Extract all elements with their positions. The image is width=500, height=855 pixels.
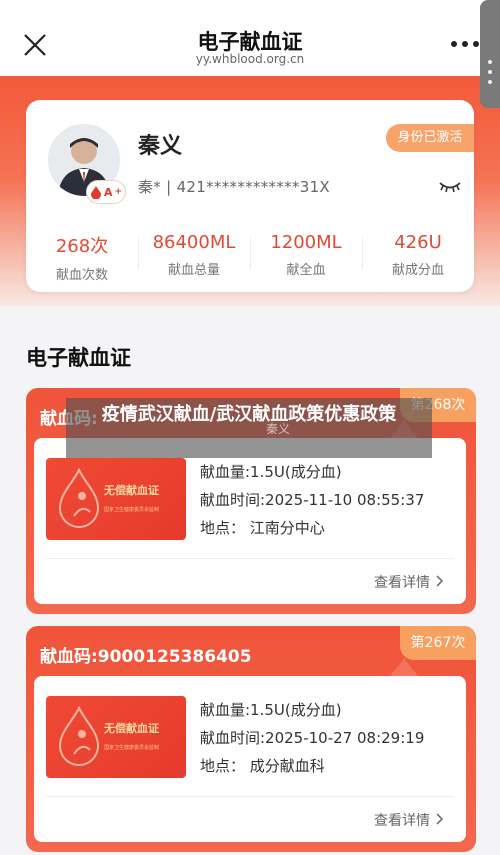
stat-label: 献全血 [286,263,326,278]
stat-whole-blood: 1200ML 献全血 [250,226,362,286]
more-options-icon[interactable] [448,34,482,54]
donation-code: 献血码:9000125386405 [40,647,252,667]
divider [46,558,454,559]
donation-amount: 献血量:1.5U(成分血) [200,701,342,719]
identity-status-badge: 身份已激活 [386,124,474,152]
stat-label: 献成分血 [391,263,444,278]
donor-id: 秦* | 421************31X [138,178,330,196]
donation-amount: 献血量:1.5U(成分血) [200,463,342,481]
floating-side-handle[interactable] [480,0,500,108]
certificate-subtitle: 国家卫生健康委员会监制 [104,507,160,513]
donation-count-badge: 第267次 [400,626,476,660]
record-info: 献血量:1.5U(成分血) 献血时间:2025-10-27 08:29:19 地… [200,696,424,780]
article-title-overlay: 秦义 疫情武汉献血/武汉献血政策优惠政策 [66,398,432,458]
divider [46,796,454,797]
view-details-label: 查看详情 [374,813,430,829]
stat-component-blood: 426U 献成分血 [362,226,474,286]
stat-donation-count: 268次 献血次数 [26,226,138,286]
stat-total-volume: 86400ML 献血总量 [138,226,250,286]
donation-place: 地点： 江南分中心 [200,519,325,537]
blood-type-value: A [103,185,113,199]
overlay-title: 疫情武汉献血/武汉献血政策优惠政策 [101,404,397,425]
record-body: 无偿献血证 国家卫生健康委员会监制 献血量:1.5U(成分血) 献血时间:202… [34,438,466,604]
donor-name: 秦义 [138,134,183,159]
view-details-link[interactable]: 查看详情 [374,810,444,830]
donor-profile-card: A + 秦义 秦* | 421************31X 身份已激活 268次… [26,100,474,292]
donation-time: 献血时间:2025-10-27 08:29:19 [200,729,425,747]
blood-drop-logo-icon [58,705,100,766]
blood-type-badge: A + [86,180,126,204]
chevron-right-icon [436,813,444,825]
record-info: 献血量:1.5U(成分血) 献血时间:2025-11-10 08:55:37 地… [200,458,424,542]
blood-rh-value: + [114,187,123,197]
view-details-label: 查看详情 [374,575,430,591]
view-details-link[interactable]: 查看详情 [374,572,444,592]
stat-value: 268次 [55,236,109,257]
eye-closed-icon[interactable] [438,180,462,194]
donation-time: 献血时间:2025-11-10 08:55:37 [200,491,425,509]
certificate-thumbnail: 无偿献血证 国家卫生健康委员会监制 [46,696,186,778]
record-body: 无偿献血证 国家卫生健康委员会监制 献血量:1.5U(成分血) 献血时间:202… [34,676,466,842]
section-title: 电子献血证 [26,346,131,370]
certificate-title: 无偿献血证 [104,484,159,497]
donation-stats: 268次 献血次数 86400ML 献血总量 1200ML 献全血 426U 献… [26,226,474,286]
donation-place: 地点： 成分献血科 [200,757,325,775]
certificate-title: 无偿献血证 [104,722,159,735]
blood-drop-icon [90,186,101,199]
page-url: yy.whblood.org.cn [195,52,305,66]
certificate-subtitle: 国家卫生健康委员会监制 [104,745,160,751]
certificate-thumbnail: 无偿献血证 国家卫生健康委员会监制 [46,458,186,540]
stat-value: 426U [394,232,442,253]
stat-value: 1200ML [270,232,342,253]
chevron-right-icon [436,575,444,587]
stat-value: 86400ML [152,232,236,253]
donation-record-card[interactable]: 献血码:9000125386405 第267次 无偿献血证 国家卫生健康委员会监… [26,626,476,852]
stat-label: 献血次数 [55,268,108,283]
stat-label: 献血总量 [167,263,220,278]
top-navigation-bar: 电子献血证 yy.whblood.org.cn [0,0,500,76]
blood-drop-logo-icon [58,467,100,528]
